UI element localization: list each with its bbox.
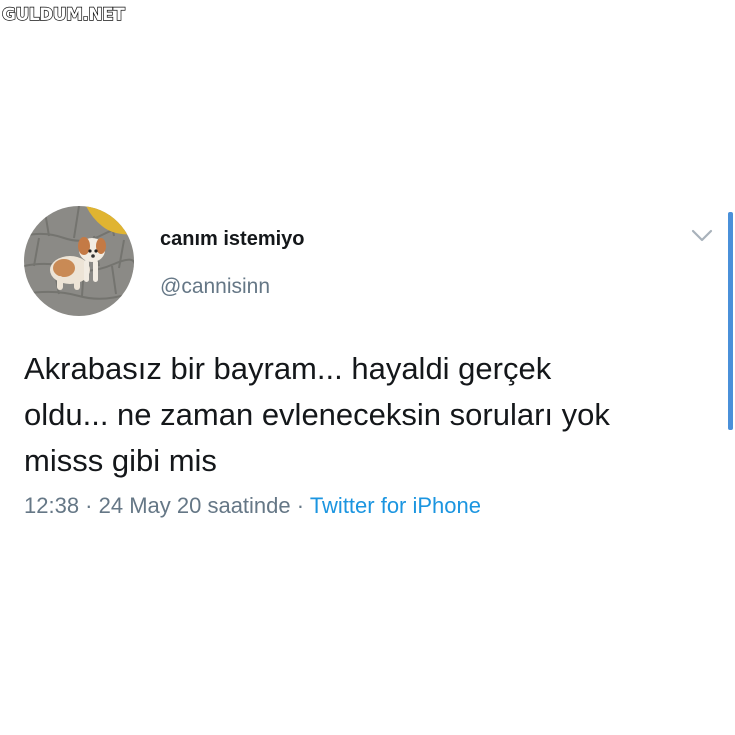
tweet-screenshot: GULDUM.NET canım istemiyo @cannisinn Akr… — [0, 0, 735, 735]
tweet-time[interactable]: 12:38 — [24, 493, 79, 518]
chevron-down-icon[interactable] — [690, 228, 714, 244]
display-name[interactable]: canım istemiyo — [160, 228, 305, 251]
watermark-logo: GULDUM.NET — [1, 4, 125, 25]
scrollbar[interactable] — [728, 212, 733, 430]
avatar[interactable] — [24, 206, 134, 316]
meta-separator: · — [290, 493, 310, 518]
user-handle[interactable]: @cannisinn — [160, 275, 270, 299]
puppy-avatar-image — [24, 206, 134, 316]
tweet-text: Akrabasız bir bayram... hayaldi gerçek o… — [24, 351, 610, 478]
meta-separator: · — [79, 493, 99, 518]
tweet-meta: 12:38 · 24 May 20 saatinde · Twitter for… — [24, 493, 481, 519]
tweet-date[interactable]: 24 May 20 saatinde — [99, 493, 291, 518]
tweet-source-link[interactable]: Twitter for iPhone — [310, 493, 481, 518]
